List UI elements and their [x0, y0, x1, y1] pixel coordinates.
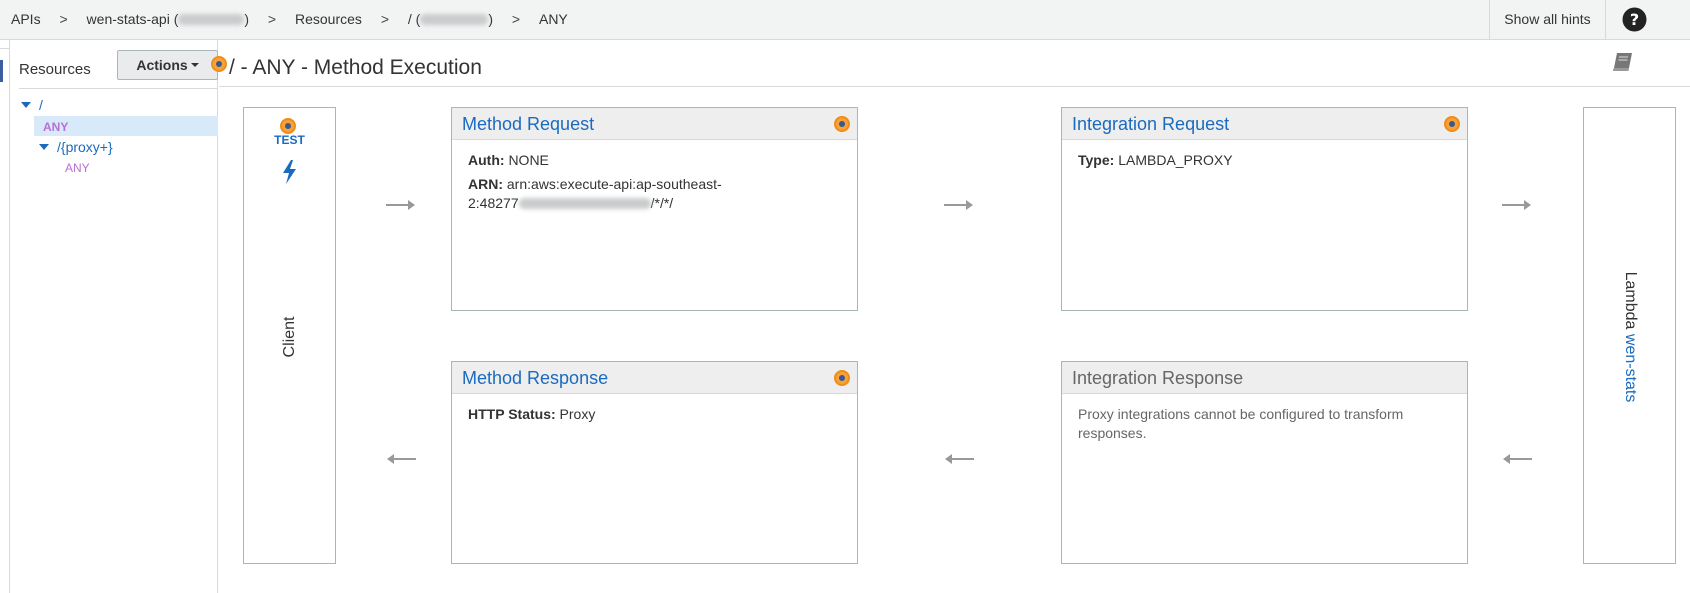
- hint-icon[interactable]: [280, 118, 296, 134]
- svg-text:?: ?: [1630, 10, 1639, 29]
- arn-value-line2-suffix: /*/*/: [650, 195, 674, 211]
- arrow-left-icon: [1503, 454, 1532, 464]
- breadcrumb: APIs > wen-stats-api () > Resources > / …: [11, 0, 568, 40]
- left-rail: [0, 40, 10, 593]
- auth-key: Auth:: [468, 152, 505, 168]
- client-label: Client: [281, 316, 298, 358]
- lambda-function-link[interactable]: wen-stats: [1622, 334, 1639, 402]
- redacted-text: [178, 14, 245, 25]
- tree-item-root[interactable]: /: [21, 95, 43, 115]
- tree-item-proxy[interactable]: /{proxy+}: [39, 137, 113, 157]
- method-response-body: HTTP Status: Proxy: [452, 394, 857, 440]
- rail-active-indicator: [0, 60, 3, 82]
- test-link[interactable]: TEST: [244, 133, 335, 147]
- type-value: LAMBDA_PROXY: [1118, 152, 1233, 168]
- expand-triangle-icon[interactable]: [21, 102, 31, 108]
- integration-request-header: Integration Request: [1062, 108, 1467, 140]
- arrow-right-icon: [944, 200, 973, 210]
- tree-item-label: /: [39, 97, 43, 113]
- resources-title: Resources: [19, 61, 91, 78]
- type-row: Type: LAMBDA_PROXY: [1078, 151, 1451, 170]
- method-tag: ANY: [43, 120, 69, 134]
- tree-item-proxy-any[interactable]: ANY: [65, 157, 90, 177]
- integration-response-message: Proxy integrations cannot be configured …: [1078, 406, 1404, 441]
- lambda-label: Lambda wen-stats: [1621, 272, 1639, 403]
- integration-response-panel: Integration Response Proxy integrations …: [1061, 361, 1468, 564]
- integration-response-header: Integration Response: [1062, 362, 1467, 394]
- caret-down-icon: [190, 63, 199, 67]
- integration-request-link[interactable]: Integration Request: [1072, 114, 1229, 134]
- lightning-bolt-icon[interactable]: [281, 160, 298, 184]
- rail-divider: [0, 48, 10, 49]
- top-bar: APIs > wen-stats-api () > Resources > / …: [0, 0, 1690, 40]
- expand-triangle-icon[interactable]: [39, 144, 49, 150]
- method-request-body: Auth: NONE ARN: arn:aws:execute-api:ap-s…: [452, 140, 857, 229]
- page-title: / - ANY - Method Execution: [229, 56, 482, 79]
- auth-value: NONE: [508, 152, 549, 168]
- method-request-panel: Method Request Auth: NONE ARN: arn:aws:e…: [451, 107, 858, 311]
- method-tag: ANY: [65, 161, 90, 175]
- arn-value-line2-prefix: 2:48277: [468, 195, 519, 211]
- arrow-left-icon: [945, 454, 974, 464]
- breadcrumb-separator: >: [511, 11, 521, 27]
- auth-row: Auth: NONE: [468, 151, 841, 170]
- arn-value-line1: arn:aws:execute-api:ap-southeast-: [506, 176, 722, 192]
- breadcrumb-resource-path[interactable]: / (): [408, 0, 493, 39]
- breadcrumb-separator: >: [380, 11, 389, 27]
- hint-icon[interactable]: [834, 116, 850, 132]
- method-response-panel: Method Response HTTP Status: Proxy: [451, 361, 858, 564]
- actions-label: Actions: [136, 57, 188, 73]
- breadcrumb-resource-path-text: / (: [407, 11, 421, 27]
- breadcrumb-apis[interactable]: APIs: [11, 0, 41, 39]
- status-key: HTTP Status:: [468, 406, 556, 422]
- lambda-panel: Lambda wen-stats: [1583, 107, 1676, 564]
- title-divider: [219, 86, 1690, 87]
- question-circle-icon[interactable]: ?: [1622, 7, 1647, 32]
- actions-button[interactable]: Actions: [117, 50, 218, 80]
- arrow-right-icon: [386, 200, 415, 210]
- status-value: Proxy: [559, 406, 596, 422]
- breadcrumb-api-name-close: ): [244, 11, 250, 27]
- integration-response-body: Proxy integrations cannot be configured …: [1062, 394, 1467, 454]
- breadcrumb-separator: >: [59, 11, 68, 27]
- hint-icon[interactable]: [834, 370, 850, 386]
- method-request-link[interactable]: Method Request: [462, 114, 594, 134]
- show-all-hints-button[interactable]: Show all hints: [1489, 0, 1606, 40]
- arrow-right-icon: [1502, 200, 1531, 210]
- tree-item-root-any[interactable]: ANY: [34, 116, 218, 136]
- arrow-left-icon: [387, 454, 416, 464]
- hint-icon[interactable]: [211, 56, 227, 72]
- tree-item-label: /{proxy+}: [57, 139, 113, 155]
- lambda-prefix: Lambda: [1622, 271, 1639, 330]
- method-response-link[interactable]: Method Response: [462, 368, 608, 388]
- breadcrumb-resources[interactable]: Resources: [295, 0, 362, 39]
- arn-key: ARN:: [468, 176, 503, 192]
- breadcrumb-resource-path-close: ): [488, 11, 494, 27]
- status-row: HTTP Status: Proxy: [468, 405, 841, 424]
- client-panel: TEST Client: [243, 107, 336, 564]
- breadcrumb-api-name[interactable]: wen-stats-api (): [87, 0, 249, 39]
- integration-request-body: Type: LAMBDA_PROXY: [1062, 140, 1467, 186]
- book-icon[interactable]: [1611, 51, 1635, 73]
- breadcrumb-api-name-text: wen-stats-api (: [86, 11, 179, 27]
- breadcrumb-separator: >: [267, 11, 277, 27]
- redacted-text: [518, 198, 651, 209]
- integration-request-panel: Integration Request Type: LAMBDA_PROXY: [1061, 107, 1468, 311]
- type-key: Type:: [1078, 152, 1115, 168]
- method-response-header: Method Response: [452, 362, 857, 394]
- redacted-text: [420, 14, 489, 25]
- arn-row: ARN: arn:aws:execute-api:ap-southeast- 2:…: [468, 175, 841, 213]
- resources-sidebar: Resources Actions / ANY /{proxy+} ANY: [10, 40, 227, 593]
- hint-icon[interactable]: [1444, 116, 1460, 132]
- breadcrumb-method: ANY: [538, 11, 568, 27]
- method-request-header: Method Request: [452, 108, 857, 140]
- sidebar-divider: [19, 88, 217, 89]
